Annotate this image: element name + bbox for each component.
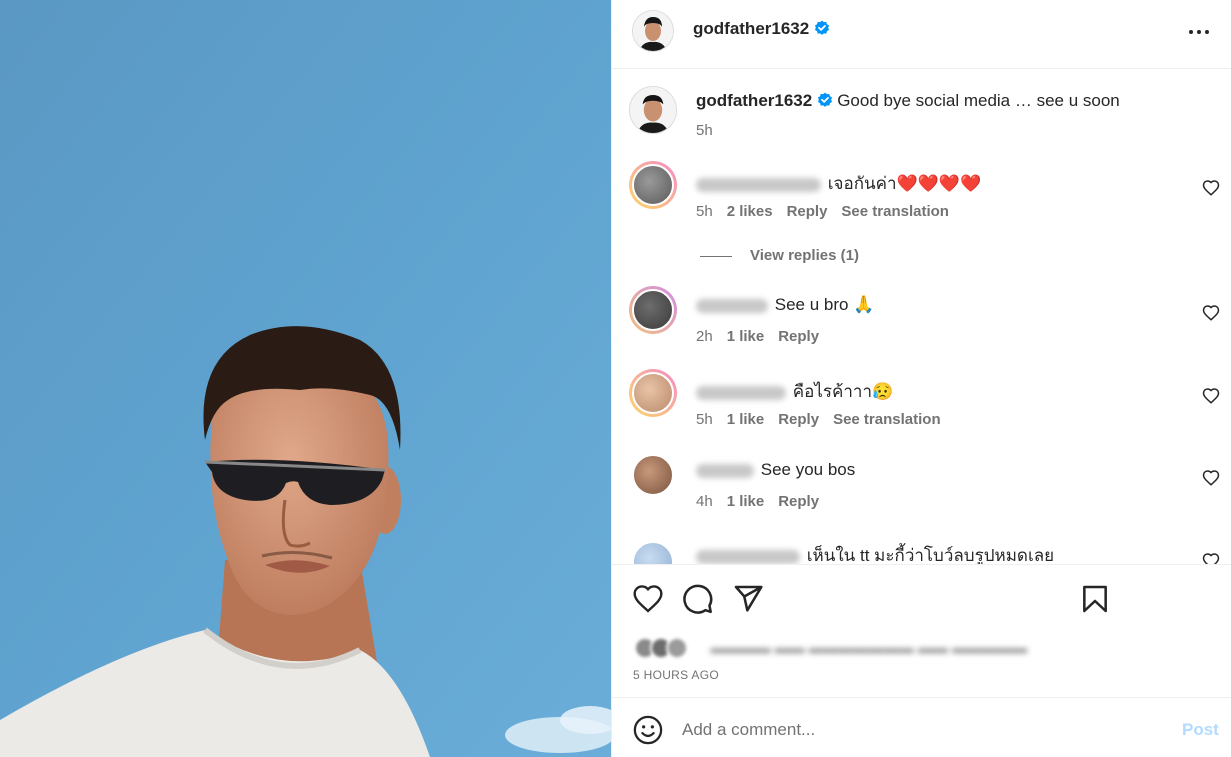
verified-badge-icon [818,92,833,107]
caption-author-username[interactable]: godfather1632 [696,91,812,110]
comment-meta: 2h 1 like Reply [696,328,833,345]
commenter-username-blurred[interactable] [696,463,754,478]
commenter-avatar[interactable] [629,286,677,334]
share-paper-plane-icon[interactable] [732,583,764,615]
commenter-username-blurred[interactable] [696,549,800,564]
comment-meta: 5h 2 likes Reply See translation [696,203,963,220]
liked-by-avatars [634,637,692,659]
author-avatar[interactable] [632,10,674,52]
caption-time[interactable]: 5h [696,122,713,139]
post-actions-bar: ▬▬▬▬ ▬▬ ▬▬▬▬▬▬▬ ▬▬ ▬▬▬▬▬ 5 HOURS AGO [612,564,1231,698]
comment-line: See u bro 🙏 [696,295,874,315]
comment-time[interactable]: 5h [696,203,713,220]
commenter-avatar-image [632,164,674,206]
author-avatar-image [633,11,673,51]
view-replies-button[interactable]: View replies (1) [700,247,859,264]
commenter-avatar-image [632,454,674,496]
portrait-illustration [0,0,611,757]
more-options-button[interactable] [1188,22,1214,42]
commenter-username-blurred[interactable] [696,385,786,400]
post-time-ago[interactable]: 5 HOURS AGO [633,668,719,682]
comment-line: คือไรค้าาา😥 [696,378,893,405]
add-comment-bar: Post [612,698,1231,757]
comment-like-heart-icon[interactable] [1202,469,1220,487]
more-dot-icon [1189,30,1193,34]
commenter-avatar[interactable] [629,369,677,417]
view-replies-dash [700,255,732,257]
comments-list[interactable]: godfather1632 Good bye social media … see… [612,70,1231,564]
comment-text: คือไรค้าาา😥 [792,382,894,401]
post-header: godfather1632 [612,0,1231,69]
comment-translate-button[interactable]: See translation [833,411,941,428]
comment-text: See you bos [760,460,856,479]
comment-line: เจอกันค่า❤️❤️❤️❤️ [696,170,981,197]
comment-meta: 5h 1 like Reply See translation [696,411,955,428]
post-detail-panel: godfather1632 godfather1632 Good bye soci… [611,0,1231,757]
commenter-avatar-image [632,372,674,414]
comment-like-heart-icon[interactable] [1202,387,1220,405]
comment-time[interactable]: 4h [696,493,713,510]
comment-like-heart-icon[interactable] [1202,179,1220,197]
more-dot-icon [1205,30,1209,34]
comment-likes-link[interactable]: 1 like [727,411,765,428]
comment-time[interactable]: 2h [696,328,713,345]
commenter-avatar-image [632,541,674,564]
commenter-avatar[interactable] [629,451,677,499]
comment-line: See you bos [696,460,855,480]
comment-line: เห็นใน tt มะกี้ว่าโบว์ลบรูปหมดเลย [696,542,1054,564]
comment-likes-link[interactable]: 1 like [727,493,765,510]
commenter-avatar[interactable] [629,538,677,564]
comment-likes-link[interactable]: 2 likes [727,203,773,220]
liked-by-text-blurred[interactable]: ▬▬▬▬ ▬▬ ▬▬▬▬▬▬▬ ▬▬ ▬▬▬▬▬ [710,640,1027,657]
commenter-avatar-image [632,289,674,331]
comment-meta: 4h 1 like Reply [696,493,833,510]
caption-avatar-image [630,87,676,133]
post-photo [0,0,611,757]
comment-reply-button[interactable]: Reply [778,493,819,510]
comment-like-heart-icon[interactable] [1202,552,1220,564]
comment-bubble-icon[interactable] [682,583,714,615]
comment-text: เจอกันค่า❤️❤️❤️❤️ [827,174,982,193]
view-replies-label[interactable]: View replies (1) [750,247,859,264]
commenter-avatar[interactable] [629,161,677,209]
comment-reply-button[interactable]: Reply [778,411,819,428]
author-username-text[interactable]: godfather1632 [693,19,809,38]
comment-translate-button[interactable]: See translation [841,203,949,220]
comment-time[interactable]: 5h [696,411,713,428]
caption-line: godfather1632 Good bye social media … see… [696,91,1120,111]
save-bookmark-icon[interactable] [1079,583,1111,615]
caption-author-avatar[interactable] [629,86,677,134]
commenter-username-blurred[interactable] [696,177,821,192]
comment-likes-link[interactable]: 1 like [727,328,765,345]
comment-like-heart-icon[interactable] [1202,304,1220,322]
comment-text: เห็นใน tt มะกี้ว่าโบว์ลบรูปหมดเลย [806,546,1055,564]
post-comment-button[interactable]: Post [1182,720,1219,740]
caption-text: Good bye social media … see u soon [837,91,1120,110]
like-heart-icon[interactable] [632,583,664,615]
comment-reply-button[interactable]: Reply [778,328,819,345]
author-username[interactable]: godfather1632 [693,19,830,39]
verified-badge-icon [815,20,830,35]
caption-meta: 5h [696,122,727,139]
emoji-smiley-icon[interactable] [633,715,663,745]
more-dot-icon [1197,30,1201,34]
liker-avatar [666,637,688,659]
add-comment-input[interactable] [682,714,1162,746]
comment-text: See u bro 🙏 [774,295,875,314]
commenter-username-blurred[interactable] [696,298,768,313]
comment-reply-button[interactable]: Reply [787,203,828,220]
liked-by-row[interactable]: ▬▬▬▬ ▬▬ ▬▬▬▬▬▬▬ ▬▬ ▬▬▬▬▬ [634,637,1027,663]
